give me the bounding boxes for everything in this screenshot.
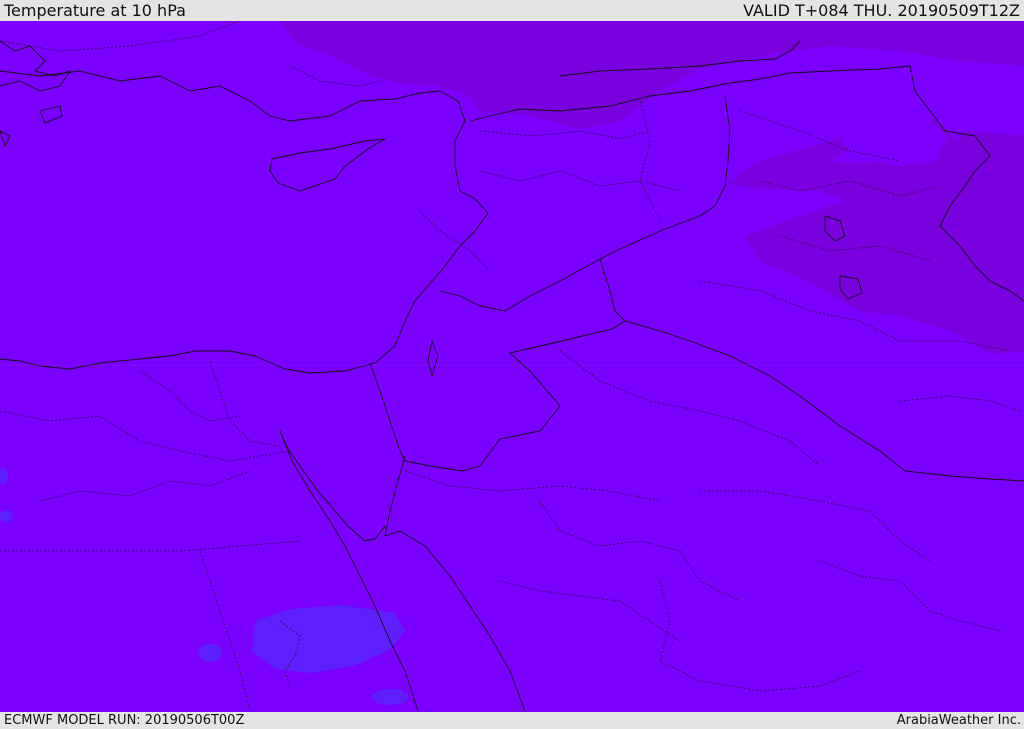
map-footer: ECMWF MODEL RUN: 20190506T00Z ArabiaWeat… [0,712,1024,729]
map-title: Temperature at 10 hPa [4,1,186,20]
temperature-map [0,21,1024,712]
field-cool-spot-1 [198,644,222,662]
map-canvas [0,21,1024,712]
field-cool-spot-2 [372,689,408,705]
credit-label: ArabiaWeather Inc. [896,713,1021,728]
map-header: Temperature at 10 hPa VALID T+084 THU. 2… [0,0,1024,21]
model-run: ECMWF MODEL RUN: 20190506T00Z [4,713,245,728]
valid-time: VALID T+084 THU. 20190509T12Z [743,1,1020,20]
